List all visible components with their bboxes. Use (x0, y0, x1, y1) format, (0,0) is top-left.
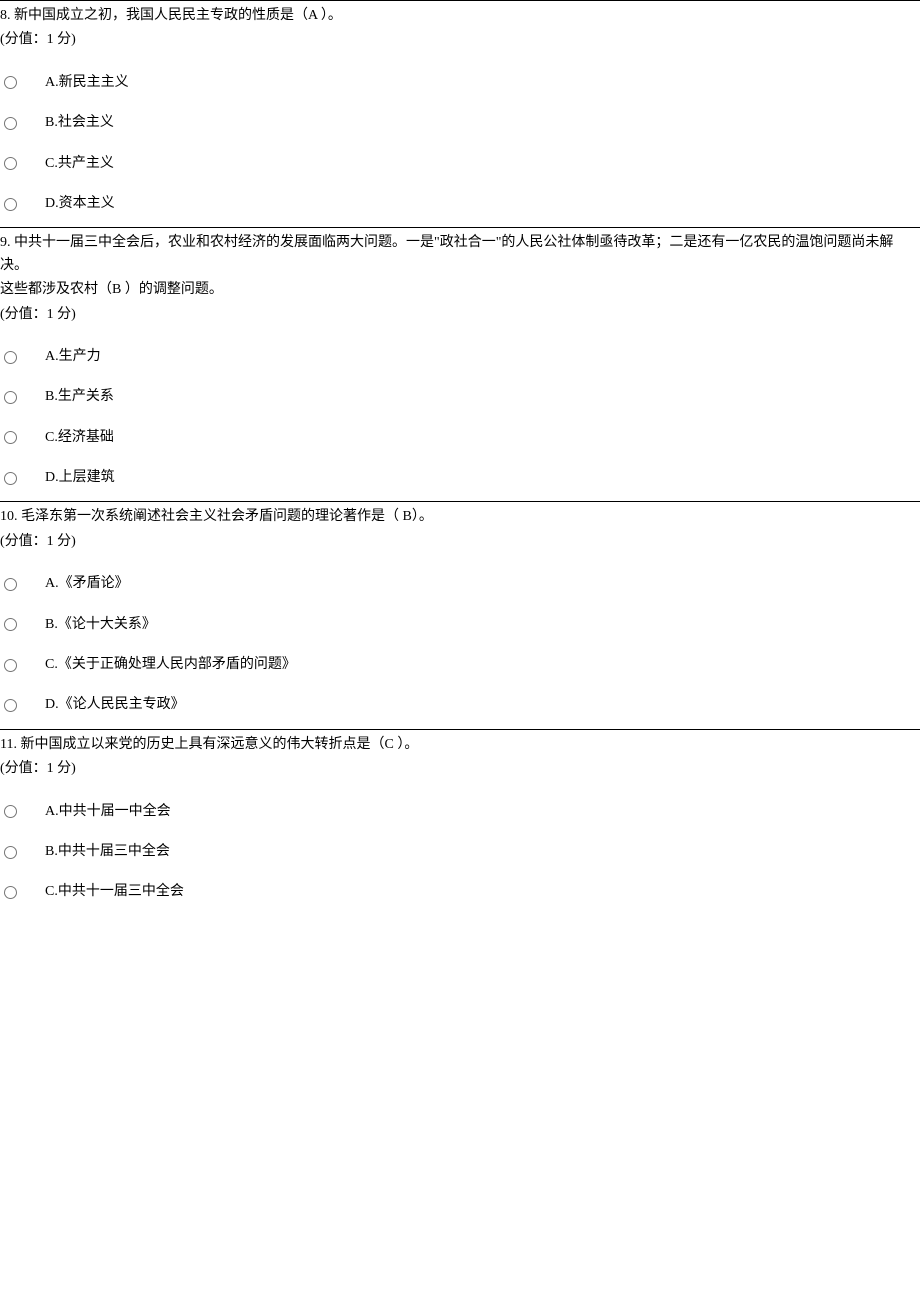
option-label-b: B.社会主义 (45, 112, 114, 134)
option-radio-c[interactable] (4, 659, 17, 672)
option-radio-a[interactable] (4, 76, 17, 89)
option-row: A.新民主主义 (0, 72, 920, 94)
option-label-d: D.上层建筑 (45, 467, 115, 489)
question-9: 9. 中共十一届三中全会后，农业和农村经济的发展面临两大问题。一是"政社合一"的… (0, 227, 920, 501)
option-radio-a[interactable] (4, 578, 17, 591)
option-radio-c[interactable] (4, 886, 17, 899)
option-radio-d[interactable] (4, 198, 17, 211)
option-row: C.经济基础 (0, 427, 920, 449)
option-label-a: A.中共十届一中全会 (45, 801, 171, 823)
option-row: D.上层建筑 (0, 467, 920, 489)
option-radio-d[interactable] (4, 699, 17, 712)
option-row: B.生产关系 (0, 386, 920, 408)
option-row: D.《论人民民主专政》 (0, 694, 920, 716)
option-row: C.中共十一届三中全会 (0, 881, 920, 903)
option-label-d: D.资本主义 (45, 193, 115, 215)
question-stem: 新中国成立之初，我国人民民主专政的性质是（A ）。 (14, 8, 342, 23)
option-label-a: A.生产力 (45, 346, 101, 368)
option-radio-c[interactable] (4, 157, 17, 170)
score-label: (分值：1 分) (0, 304, 920, 326)
option-row: C.共产主义 (0, 153, 920, 175)
option-label-b: B.《论十大关系》 (45, 614, 156, 636)
score-label: (分值：1 分) (0, 29, 920, 51)
option-radio-c[interactable] (4, 431, 17, 444)
option-row: B.中共十届三中全会 (0, 841, 920, 863)
option-label-a: A.《矛盾论》 (45, 573, 129, 595)
option-label-c: C.《关于正确处理人民内部矛盾的问题》 (45, 654, 296, 676)
question-text-line2: 这些都涉及农村（B ）的调整问题。 (0, 279, 920, 301)
option-row: B.《论十大关系》 (0, 614, 920, 636)
question-text: 8. 新中国成立之初，我国人民民主专政的性质是（A ）。 (0, 5, 920, 27)
question-stem: 新中国成立以来党的历史上具有深远意义的伟大转折点是（C ）。 (20, 737, 418, 752)
option-row: A.《矛盾论》 (0, 573, 920, 595)
option-label-c: C.共产主义 (45, 153, 114, 175)
question-text: 11. 新中国成立以来党的历史上具有深远意义的伟大转折点是（C ）。 (0, 734, 920, 756)
option-radio-b[interactable] (4, 618, 17, 631)
option-row: D.资本主义 (0, 193, 920, 215)
option-label-c: C.中共十一届三中全会 (45, 881, 184, 903)
option-label-a: A.新民主主义 (45, 72, 129, 94)
option-radio-a[interactable] (4, 805, 17, 818)
option-label-b: B.中共十届三中全会 (45, 841, 170, 863)
question-stem: 中共十一届三中全会后，农业和农村经济的发展面临两大问题。一是"政社合一"的人民公… (0, 235, 893, 272)
question-text: 9. 中共十一届三中全会后，农业和农村经济的发展面临两大问题。一是"政社合一"的… (0, 232, 920, 277)
option-label-d: D.《论人民民主专政》 (45, 694, 185, 716)
option-row: C.《关于正确处理人民内部矛盾的问题》 (0, 654, 920, 676)
question-number: 10. (0, 509, 18, 524)
question-stem: 毛泽东第一次系统阐述社会主义社会矛盾问题的理论著作是（ B）。 (21, 509, 433, 524)
question-11: 11. 新中国成立以来党的历史上具有深远意义的伟大转折点是（C ）。 (分值：1… (0, 729, 920, 916)
option-radio-a[interactable] (4, 351, 17, 364)
option-label-c: C.经济基础 (45, 427, 114, 449)
option-row: A.生产力 (0, 346, 920, 368)
option-radio-b[interactable] (4, 117, 17, 130)
option-row: B.社会主义 (0, 112, 920, 134)
score-label: (分值：1 分) (0, 758, 920, 780)
question-number: 9. (0, 235, 11, 250)
question-10: 10. 毛泽东第一次系统阐述社会主义社会矛盾问题的理论著作是（ B）。 (分值：… (0, 501, 920, 728)
option-radio-b[interactable] (4, 846, 17, 859)
option-radio-b[interactable] (4, 391, 17, 404)
option-row: A.中共十届一中全会 (0, 801, 920, 823)
question-number: 8. (0, 8, 11, 23)
option-label-b: B.生产关系 (45, 386, 114, 408)
question-number: 11. (0, 737, 17, 752)
score-label: (分值：1 分) (0, 531, 920, 553)
question-text: 10. 毛泽东第一次系统阐述社会主义社会矛盾问题的理论著作是（ B）。 (0, 506, 920, 528)
option-radio-d[interactable] (4, 472, 17, 485)
question-8: 8. 新中国成立之初，我国人民民主专政的性质是（A ）。 (分值：1 分) A.… (0, 0, 920, 227)
